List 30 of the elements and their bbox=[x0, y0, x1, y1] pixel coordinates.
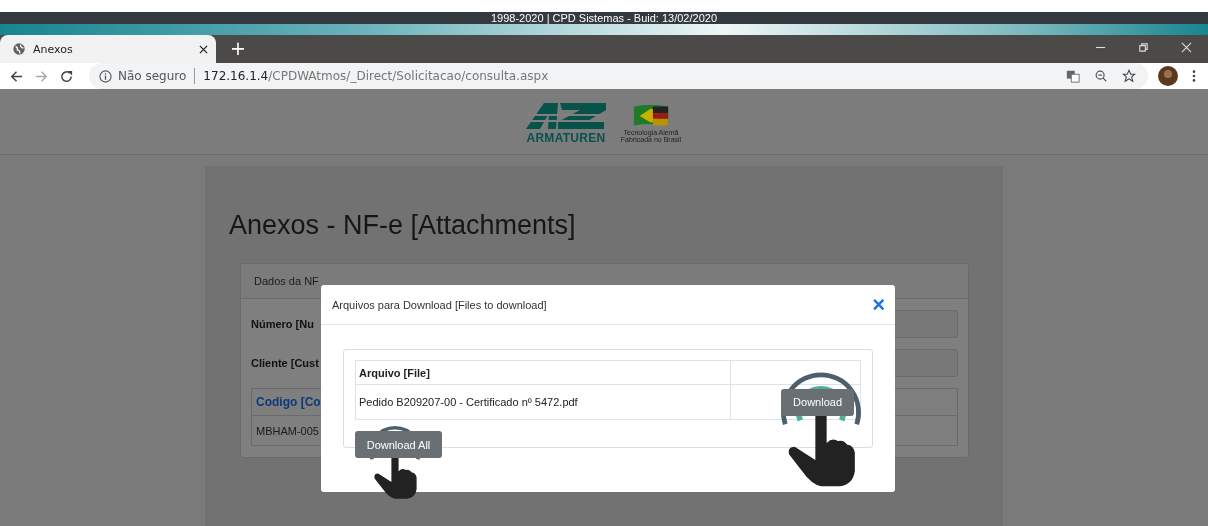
star-icon[interactable] bbox=[1122, 69, 1136, 83]
logo-text: ARMATUREN bbox=[526, 131, 606, 144]
avatar-icon[interactable] bbox=[1158, 66, 1178, 86]
panel-tab[interactable]: Dados da NF bbox=[254, 275, 319, 287]
security-label: Não seguro bbox=[118, 69, 187, 83]
download-button[interactable]: Download bbox=[781, 388, 854, 416]
browser-tab[interactable]: Anexos bbox=[0, 35, 216, 63]
new-tab-button[interactable]: + bbox=[230, 37, 246, 59]
page-title: Anexos - NF-e [Attachments] bbox=[229, 210, 577, 241]
column-header: Arquivo [File] bbox=[355, 360, 731, 385]
banner-text: 1998-2020 | CPD Sistemas - Buid: 13/02/2020 bbox=[490, 12, 718, 25]
field-label: Cliente [Cust bbox=[251, 356, 320, 369]
file-name-cell: Pedido B209207-00 - Certificado nº 5472.pdf bbox=[355, 384, 731, 420]
url-field[interactable]: Não seguro 172.16.1.4/CPDWAtmos/_Direct/Solicitacao/consulta.aspx bbox=[89, 63, 1148, 89]
restore-icon[interactable] bbox=[1138, 42, 1149, 53]
table-cell: MBHAM-005 bbox=[256, 424, 319, 437]
reload-icon[interactable] bbox=[59, 68, 74, 84]
info-icon bbox=[99, 69, 112, 83]
download-all-button[interactable]: Download All bbox=[355, 431, 442, 458]
url-text: 172.16.1.4/CPDWAtmos/_Direct/Solicitacao/consulta.aspx bbox=[203, 69, 549, 83]
menu-icon[interactable] bbox=[1192, 69, 1196, 83]
globe-icon bbox=[12, 42, 26, 56]
close-button[interactable]: × bbox=[872, 294, 885, 315]
close-icon[interactable] bbox=[199, 44, 208, 54]
field-label: Número [Nu bbox=[251, 317, 315, 330]
flag-icon bbox=[632, 102, 670, 129]
zoom-icon[interactable] bbox=[1094, 69, 1108, 83]
column-header[interactable]: Codigo [Co bbox=[256, 395, 321, 409]
translate-icon[interactable] bbox=[1066, 69, 1080, 83]
dialog-title: Arquivos para Download [Files to download] bbox=[332, 298, 548, 311]
